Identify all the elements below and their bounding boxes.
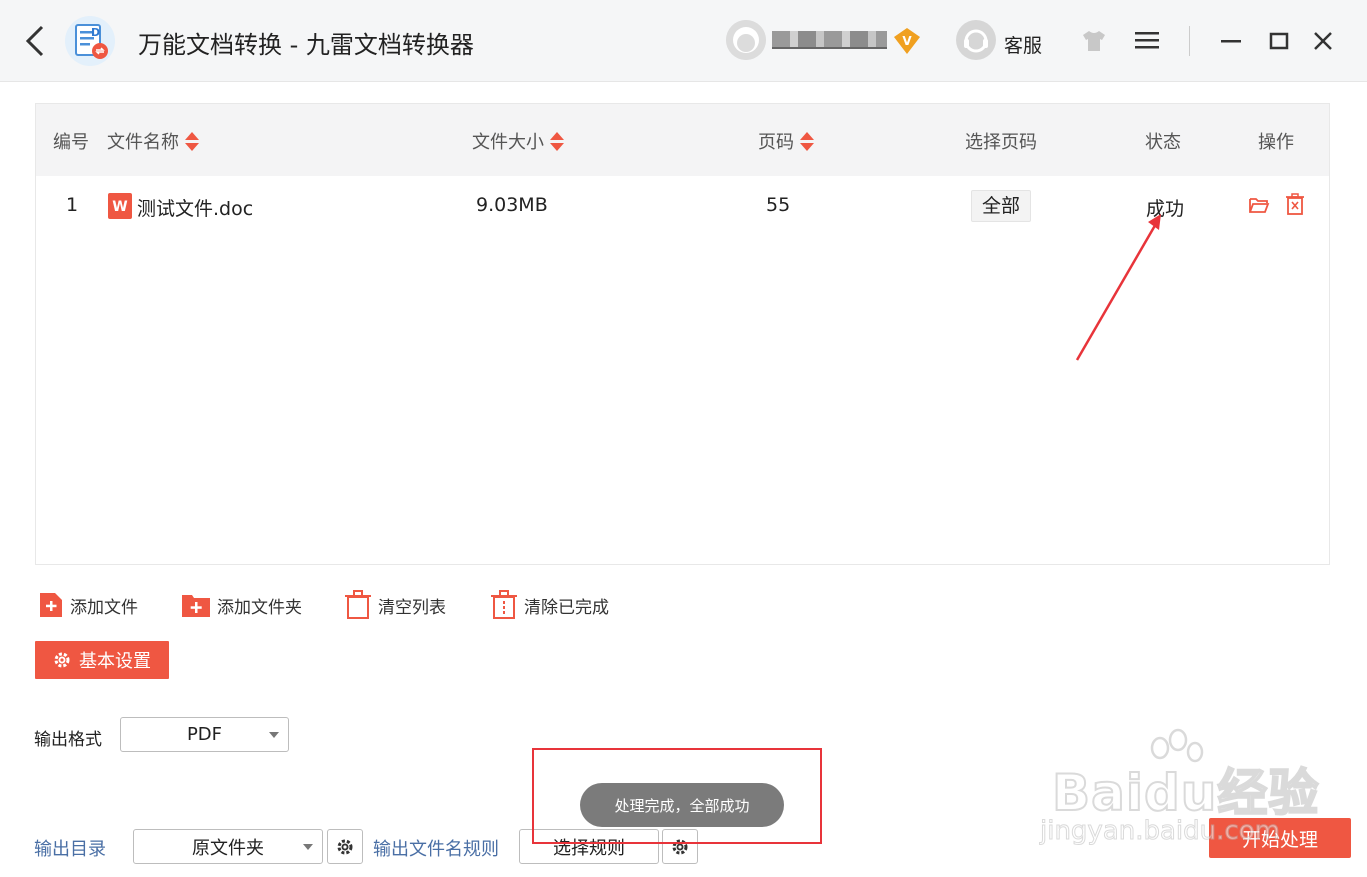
trash-list-icon: [491, 590, 517, 619]
clear-list-button[interactable]: 清空列表: [344, 590, 446, 620]
gear-icon: [337, 839, 353, 854]
header-filesize-label: 文件大小: [472, 132, 544, 153]
skin-shirt-icon[interactable]: [1081, 29, 1107, 53]
header-pages[interactable]: 页码: [758, 128, 816, 154]
output-dir-value: 原文件夹: [192, 837, 264, 859]
basic-settings-button[interactable]: 基本设置: [35, 641, 169, 679]
chevron-down-icon: [303, 844, 313, 850]
user-avatar-icon: [726, 20, 766, 60]
add-file-label: 添加文件: [70, 597, 138, 618]
chevron-down-icon: [269, 732, 279, 738]
basic-settings-label: 基本设置: [79, 651, 151, 672]
output-format-select[interactable]: PDF: [120, 717, 289, 752]
add-folder-button[interactable]: 添加文件夹: [181, 590, 302, 620]
sort-icon[interactable]: [798, 129, 816, 153]
page-select-button[interactable]: 全部: [971, 190, 1031, 222]
open-folder-icon[interactable]: [1248, 194, 1270, 216]
filename-rule-label: 输出文件名规则: [373, 839, 499, 860]
maximize-icon[interactable]: [1266, 28, 1292, 54]
table-header: 编号 文件名称 文件大小 页码 选择页码 状态 操作: [36, 104, 1329, 176]
row-pages: 55: [766, 194, 791, 216]
row-index: 1: [66, 194, 79, 216]
sort-icon[interactable]: [548, 129, 566, 153]
minimize-icon[interactable]: [1218, 28, 1244, 54]
trash-icon: [345, 590, 371, 619]
header-filename-label: 文件名称: [107, 132, 179, 153]
sort-icon[interactable]: [183, 129, 201, 153]
header-page-select: 选择页码: [965, 132, 1037, 153]
close-icon[interactable]: [1310, 28, 1336, 54]
customer-service-icon[interactable]: [956, 20, 996, 60]
app-title: 万能文档转换 - 九雷文档转换器: [138, 31, 474, 59]
delete-icon[interactable]: [1285, 193, 1305, 215]
add-folder-label: 添加文件夹: [217, 597, 302, 618]
output-dir-select[interactable]: 原文件夹: [133, 829, 323, 864]
svg-text:V: V: [902, 34, 912, 48]
annotation-box: [532, 748, 822, 844]
add-folder-icon: [182, 595, 210, 617]
output-dir-settings-button[interactable]: [327, 829, 363, 864]
annotation-arrow: [1075, 214, 1161, 361]
vip-badge-icon[interactable]: V: [892, 26, 922, 56]
baidu-watermark: Baidu经验 jingyan.baidu.com: [1040, 728, 1340, 848]
header-index: 编号: [53, 132, 89, 153]
header-actions: 操作: [1258, 132, 1294, 153]
back-arrow-icon[interactable]: [22, 24, 50, 58]
output-dir-label: 输出目录: [34, 839, 106, 860]
clear-completed-label: 清除已完成: [524, 597, 609, 618]
watermark-url: jingyan.baidu.com: [1040, 816, 1281, 847]
title-bar: D 万能文档转换 - 九雷文档转换器 V 客服: [0, 0, 1367, 82]
header-filesize[interactable]: 文件大小: [472, 128, 566, 154]
svg-text:D: D: [91, 26, 100, 39]
header-pages-label: 页码: [758, 132, 794, 153]
header-filename[interactable]: 文件名称: [107, 128, 201, 154]
user-avatar[interactable]: [726, 20, 766, 60]
row-filesize: 9.03MB: [476, 194, 548, 216]
output-format-label: 输出格式: [34, 730, 102, 750]
gear-icon: [54, 652, 70, 668]
svg-text:W: W: [112, 199, 127, 215]
menu-hamburger-icon[interactable]: [1134, 29, 1160, 51]
customer-service-label[interactable]: 客服: [1004, 31, 1042, 58]
username-blurred[interactable]: [772, 31, 887, 49]
row-filename: 测试文件.doc: [137, 198, 254, 220]
clear-completed-button[interactable]: 清除已完成: [490, 590, 609, 620]
header-status: 状态: [1145, 132, 1181, 153]
add-file-icon: [40, 593, 62, 617]
watermark-brand: Baidu经验: [1051, 763, 1320, 823]
add-file-button[interactable]: 添加文件: [38, 590, 138, 620]
output-format-value: PDF: [186, 724, 223, 745]
app-logo-icon: D: [65, 16, 115, 66]
titlebar-divider: [1189, 26, 1190, 56]
word-file-icon: W: [108, 193, 132, 219]
clear-list-label: 清空列表: [378, 597, 446, 618]
